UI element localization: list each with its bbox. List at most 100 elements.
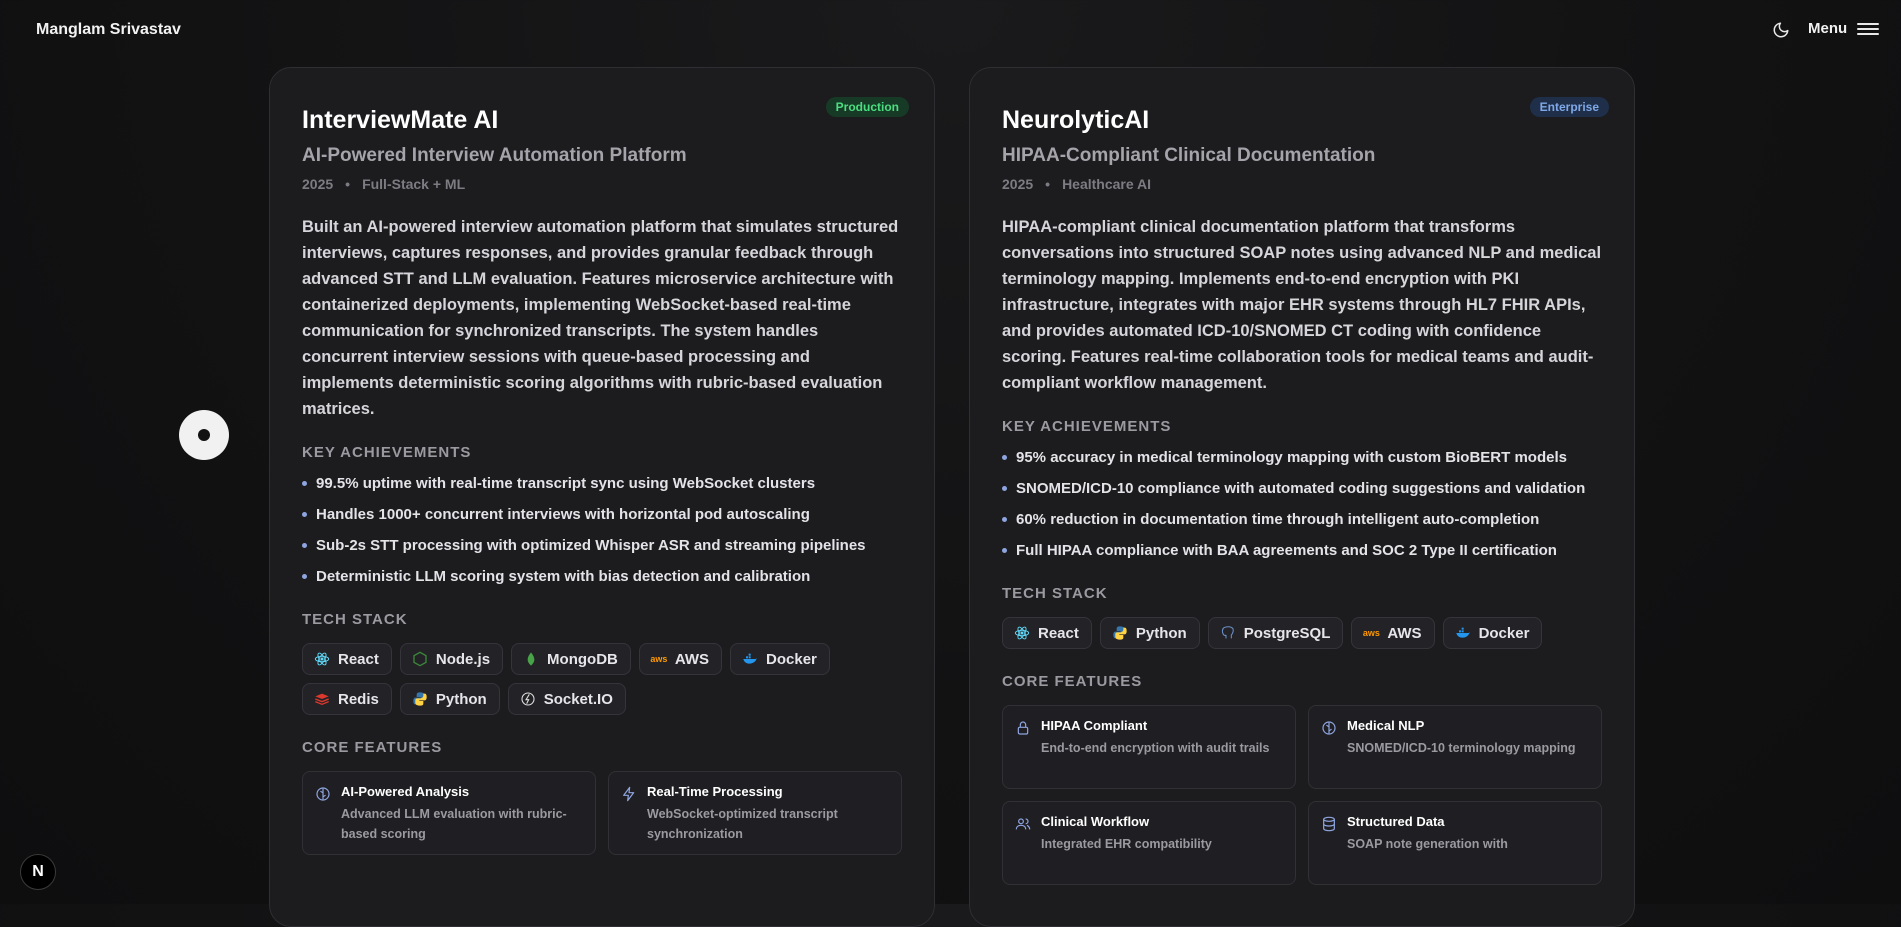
feature-hipaa-compliant: HIPAA Compliant End-to-end encryption wi… [1002, 705, 1296, 789]
achievements-heading: KEY ACHIEVEMENTS [1002, 418, 1172, 435]
tech-chip-label: Docker [766, 650, 817, 668]
aws-icon: aws [650, 654, 668, 664]
tech-chip-label: React [338, 650, 379, 668]
tech-chip-label: Python [435, 690, 487, 708]
database-icon [1323, 816, 1335, 832]
site-brand[interactable]: Manglam Srivastav [36, 21, 181, 39]
tech-chip-label: Redis [338, 690, 379, 708]
feature-structured-data: Structured Data SOAP note generation wit… [1308, 801, 1602, 885]
feature-medical-nlp: Medical NLP SNOMED/ICD-10 terminology ma… [1308, 705, 1602, 789]
mongodb-icon [523, 651, 539, 667]
brain-icon [316, 787, 330, 801]
achievement-item: SNOMED/ICD-10 compliance with automated … [1002, 478, 1602, 500]
tech-chip-label: Socket.IO [543, 690, 613, 708]
project-category: Full-Stack + ML [362, 176, 466, 192]
top-navigation: Manglam Srivastav Menu [0, 0, 1901, 62]
python-icon [1112, 625, 1128, 641]
project-card-neurolyticai: Enterprise NeurolyticAI HIPAA-Compliant … [969, 67, 1635, 927]
feature-desc: SNOMED/ICD-10 terminology mapping [1347, 741, 1576, 755]
tech-chip-label: AWS [674, 650, 710, 668]
nodejs-icon [412, 651, 428, 667]
feature-desc: Advanced LLM evaluation with rubric-base… [341, 807, 567, 841]
tech-chip-redis[interactable]: Redis [302, 683, 392, 715]
react-icon [314, 651, 330, 667]
tech-chip-react[interactable]: React [1002, 617, 1092, 649]
core-features-heading: CORE FEATURES [1002, 673, 1143, 690]
tech-stack-heading: TECH STACK [302, 611, 408, 628]
tech-chip-docker[interactable]: Docker [1442, 617, 1543, 649]
tech-chip-aws[interactable]: aws AWS [638, 643, 723, 675]
hamburger-icon [1857, 22, 1880, 35]
project-title: NeurolyticAI [1002, 106, 1150, 134]
tech-chip-label: Node.js [435, 650, 491, 668]
docker-icon [742, 651, 758, 667]
achievement-item: Deterministic LLM scoring system with bi… [302, 566, 902, 588]
project-description: Built an AI-powered interview automation… [302, 218, 899, 418]
feature-realtime-processing: Real-Time Processing WebSocket-optimized… [608, 771, 902, 855]
project-title: InterviewMate AI [302, 106, 499, 134]
aws-icon: aws [1362, 628, 1380, 638]
project-category: Healthcare AI [1062, 176, 1152, 192]
project-meta: 2025 • Healthcare AI [1002, 176, 1602, 196]
brain-icon [1322, 721, 1336, 735]
lightning-icon [623, 786, 635, 802]
achievement-item: Full HIPAA compliance with BAA agreement… [1002, 540, 1602, 562]
cursor-dot-icon [179, 410, 229, 460]
tech-chip-label: React [1038, 624, 1079, 642]
feature-title: Medical NLP [1347, 718, 1425, 733]
tech-chip-label: AWS [1387, 624, 1422, 642]
feature-clinical-workflow: Clinical Workflow Integrated EHR compati… [1002, 801, 1296, 885]
project-year: 2025 [1002, 176, 1034, 192]
achievement-item: 99.5% uptime with real-time transcript s… [302, 473, 902, 495]
tech-chip-python[interactable]: Python [1099, 617, 1200, 649]
lock-icon [1017, 721, 1029, 735]
tech-chip-postgresql[interactable]: PostgreSQL [1207, 617, 1344, 649]
menu-label: Menu [1808, 20, 1848, 37]
feature-desc: End-to-end encryption with audit trails [1041, 741, 1270, 755]
project-description: HIPAA-compliant clinical documentation p… [1002, 218, 1602, 392]
meta-separator: • [345, 176, 351, 192]
tech-chip-aws[interactable]: aws AWS [1351, 617, 1435, 649]
achievement-item: 60% reduction in documentation time thro… [1002, 509, 1602, 531]
tech-chip-python[interactable]: Python [399, 683, 500, 715]
feature-title: HIPAA Compliant [1041, 718, 1148, 733]
achievements-list: 95% accuracy in medical terminology mapp… [1002, 447, 1602, 562]
tech-chip-mongodb[interactable]: MongoDB [511, 643, 631, 675]
feature-ai-analysis: AI-Powered Analysis Advanced LLM evaluat… [302, 771, 596, 855]
docker-icon [1455, 625, 1471, 641]
framework-badge-button[interactable]: N [20, 854, 56, 890]
project-subtitle: HIPAA-Compliant Clinical Documentation [1002, 145, 1376, 166]
postgresql-icon [1220, 625, 1236, 641]
react-icon [1014, 625, 1030, 641]
feature-title: Structured Data [1347, 814, 1445, 829]
theme-toggle-button[interactable] [1771, 20, 1791, 40]
project-subtitle: AI-Powered Interview Automation Platform [302, 145, 687, 166]
project-year: 2025 [302, 176, 334, 192]
tech-chip-nodejs[interactable]: Node.js [399, 643, 504, 675]
python-icon [412, 691, 428, 707]
tech-chip-docker[interactable]: Docker [730, 643, 830, 675]
tech-stack-heading: TECH STACK [1002, 585, 1108, 602]
achievement-item: Sub-2s STT processing with optimized Whi… [302, 535, 902, 557]
tech-chip-label: MongoDB [547, 650, 618, 668]
users-icon [1015, 818, 1031, 830]
core-features-grid: AI-Powered Analysis Advanced LLM evaluat… [302, 771, 902, 855]
feature-desc: Integrated EHR compatibility [1041, 837, 1212, 851]
project-card-interviewmate: Production InterviewMate AI AI-Powered I… [269, 67, 935, 927]
project-meta: 2025 • Full-Stack + ML [302, 176, 902, 196]
achievement-item: Handles 1000+ concurrent interviews with… [302, 504, 902, 526]
socketio-icon [520, 691, 536, 707]
menu-button[interactable]: Menu [1808, 20, 1880, 37]
tech-chip-react[interactable]: React [302, 643, 392, 675]
feature-desc: SOAP note generation with [1347, 837, 1508, 851]
tech-chip-socketio[interactable]: Socket.IO [507, 683, 626, 715]
achievement-item: 95% accuracy in medical terminology mapp… [1002, 447, 1602, 469]
redis-icon [314, 691, 330, 707]
feature-title: AI-Powered Analysis [341, 784, 470, 799]
tech-chip-label: Python [1135, 624, 1187, 642]
tech-stack: React Python PostgreSQL aws AWS Docker [1002, 617, 1602, 649]
tech-chip-label: PostgreSQL [1243, 624, 1331, 642]
core-features-heading: CORE FEATURES [302, 739, 443, 756]
tech-stack: React Node.js MongoDB aws AWS Docker Red… [302, 643, 902, 715]
feature-title: Real-Time Processing [647, 784, 783, 799]
